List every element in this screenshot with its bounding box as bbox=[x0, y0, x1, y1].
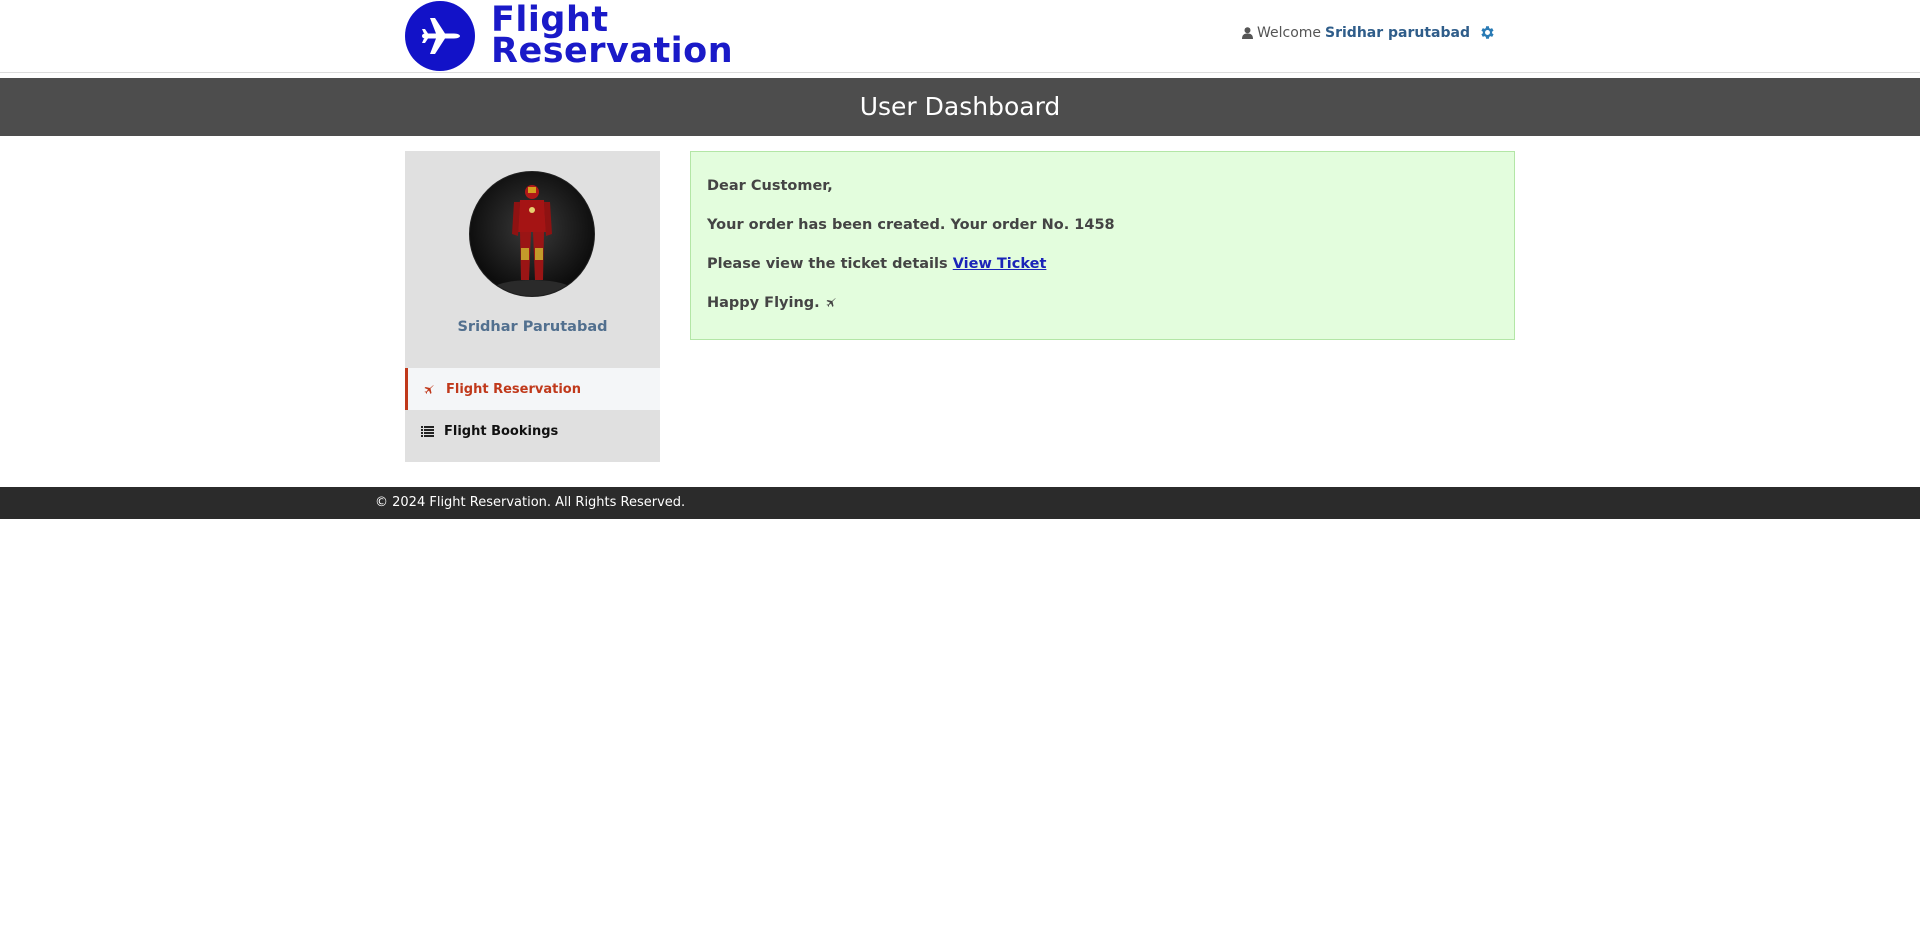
closing-text: Happy Flying. bbox=[707, 295, 820, 311]
logo-text: Flight Reservation bbox=[491, 3, 734, 71]
airplane-logo-icon bbox=[405, 1, 475, 71]
profile-name: Sridhar Parutabad bbox=[457, 319, 608, 335]
order-success-message: Dear Customer, Your order has been creat… bbox=[690, 151, 1515, 340]
list-icon bbox=[420, 425, 434, 437]
logo-line-2: Reservation bbox=[491, 31, 734, 71]
copyright-text: © 2024 Flight Reservation. All Rights Re… bbox=[375, 495, 686, 510]
avatar bbox=[469, 171, 595, 297]
logo[interactable]: Flight Reservation bbox=[405, 1, 733, 71]
sidebar-item-label: Flight Bookings bbox=[444, 423, 559, 439]
plane-icon bbox=[422, 383, 436, 395]
order-text: Your order has been created. Your order … bbox=[707, 217, 1115, 233]
sidebar-item-flight-bookings[interactable]: Flight Bookings bbox=[405, 410, 660, 452]
page-title: User Dashboard bbox=[859, 92, 1061, 121]
welcome-label: Welcome bbox=[1256, 24, 1322, 41]
ticket-line: Please view the ticket details View Tick… bbox=[707, 256, 1498, 273]
sidebar-item-flight-reservation[interactable]: Flight Reservation bbox=[405, 368, 660, 410]
top-header: Flight Reservation Welcome Sridhar parut… bbox=[0, 0, 1920, 73]
sidebar: Sridhar Parutabad Flight Reservation Fli… bbox=[405, 151, 660, 462]
sidebar-item-label: Flight Reservation bbox=[446, 381, 581, 397]
footer: © 2024 Flight Reservation. All Rights Re… bbox=[0, 487, 1920, 519]
page-title-bar: User Dashboard bbox=[0, 78, 1920, 136]
greeting-text: Dear Customer, bbox=[707, 178, 833, 194]
username-link[interactable]: Sridhar parutabad bbox=[1325, 25, 1470, 41]
user-greeting: Welcome Sridhar parutabad bbox=[1241, 24, 1496, 41]
plane-icon bbox=[825, 296, 837, 308]
user-icon bbox=[1241, 26, 1253, 39]
closing-line: Happy Flying. bbox=[707, 295, 1498, 312]
gear-icon[interactable] bbox=[1479, 24, 1496, 41]
view-ticket-link[interactable]: View Ticket bbox=[953, 256, 1047, 272]
ticket-text: Please view the ticket details bbox=[707, 256, 948, 272]
